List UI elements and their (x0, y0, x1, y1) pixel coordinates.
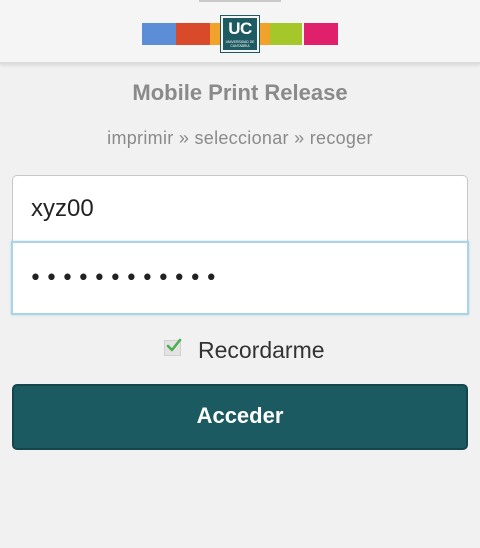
remember-checkbox[interactable] (164, 338, 182, 356)
check-icon (166, 338, 182, 352)
logo-stripe-pink (304, 23, 338, 45)
logo-emblem: UC UNIVERSIDAD DE CANTABRIA (220, 15, 260, 53)
username-input[interactable] (12, 175, 468, 243)
logo-stripe-blue (142, 23, 176, 45)
logo-stripe-red (176, 23, 210, 45)
password-input[interactable] (11, 241, 469, 315)
header: UC UNIVERSIDAD DE CANTABRIA (0, 0, 480, 64)
logo-text: UC (228, 19, 252, 38)
logo-subtext: UNIVERSIDAD DE CANTABRIA (225, 40, 255, 48)
remember-me-row[interactable]: Recordarme (0, 334, 480, 364)
header-divider (199, 0, 281, 2)
login-button[interactable]: Acceder (12, 384, 468, 450)
remember-label: Recordarme (198, 337, 325, 363)
uc-logo[interactable]: UC UNIVERSIDAD DE CANTABRIA (142, 15, 338, 53)
steps-breadcrumb: imprimir » seleccionar » recoger (107, 128, 373, 148)
page-title: Mobile Print Release (132, 80, 348, 105)
logo-stripe-green (268, 23, 302, 45)
